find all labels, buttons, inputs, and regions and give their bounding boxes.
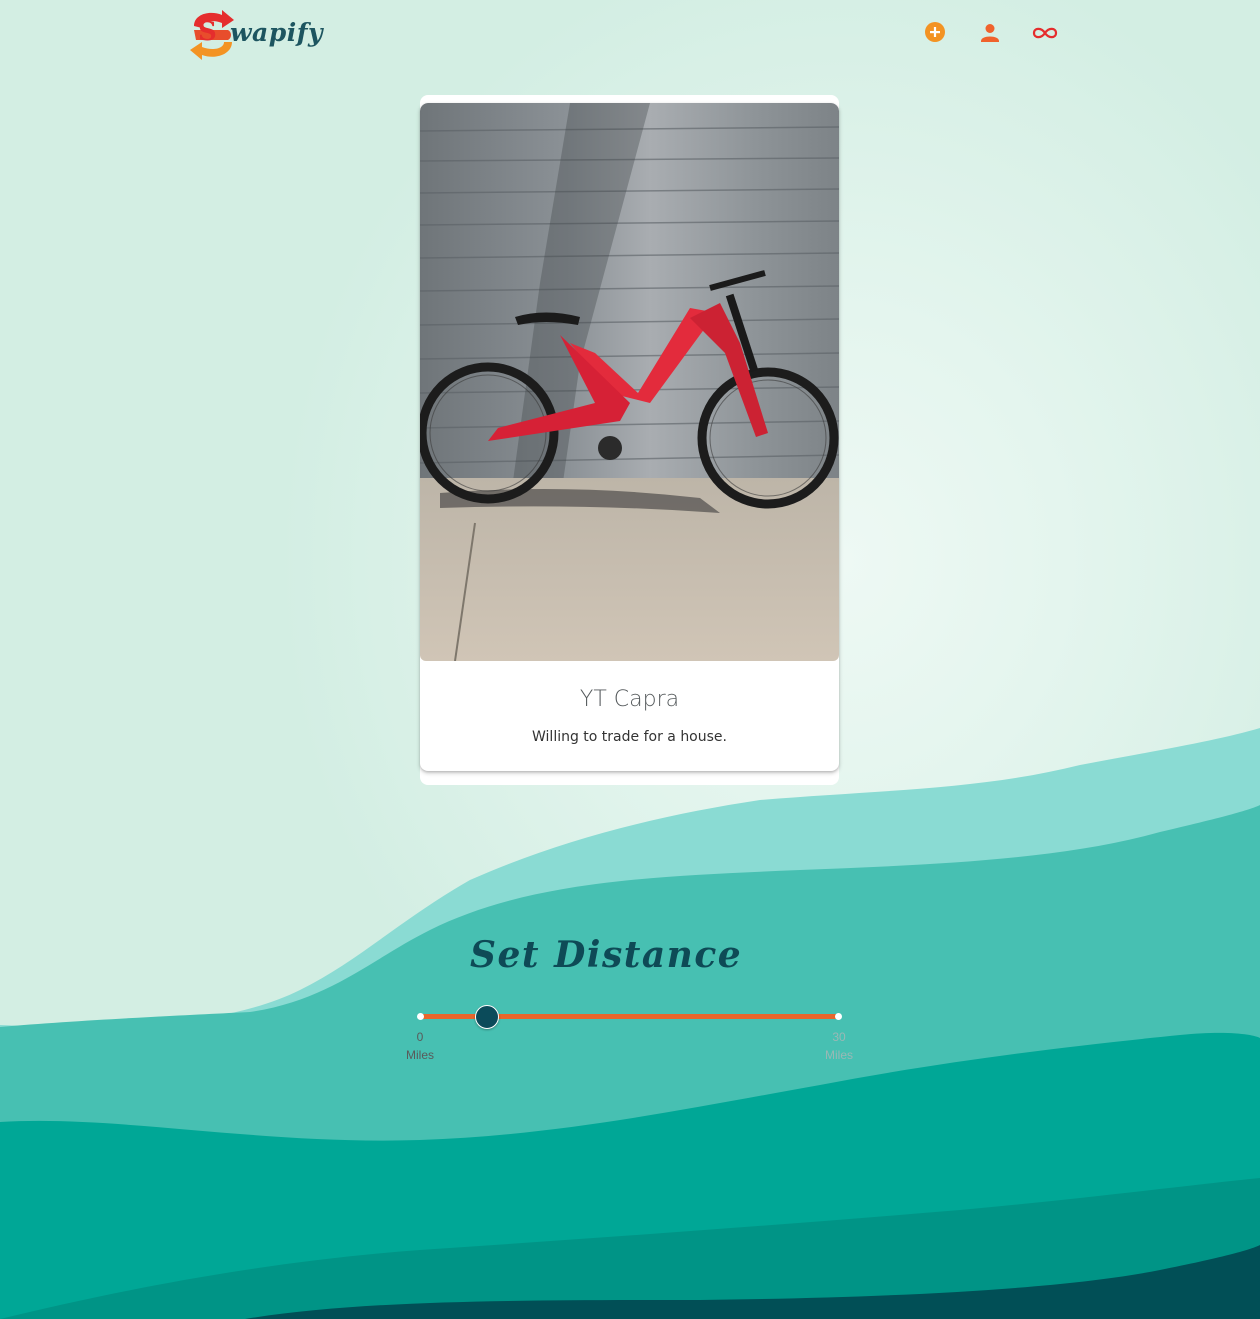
slider-min-label: 0 Miles: [400, 1028, 440, 1064]
add-circle-icon: [925, 22, 945, 42]
matches-button[interactable]: [1030, 20, 1060, 46]
slider-min-unit: Miles: [405, 1048, 434, 1062]
infinity-icon: [1032, 27, 1058, 39]
slider-min-value: 0: [416, 1030, 424, 1044]
slider-min-mark: [417, 1013, 424, 1020]
slider-max-label: 30 Miles: [819, 1028, 859, 1064]
person-icon: [981, 24, 999, 42]
distance-slider[interactable]: 0 Miles 30 Miles: [400, 1000, 860, 1070]
set-distance-heading: Set Distance: [470, 934, 743, 976]
item-photo: [420, 103, 839, 661]
top-navbar: S wapify: [0, 0, 1260, 70]
slider-max-unit: Miles: [824, 1048, 853, 1062]
item-card[interactable]: YT Capra Willing to trade for a house.: [420, 95, 839, 785]
profile-button[interactable]: [977, 20, 1003, 46]
bike-image: [420, 103, 839, 661]
add-item-button[interactable]: [922, 20, 948, 46]
slider-thumb[interactable]: [474, 1005, 499, 1029]
slider-max-value: 30: [832, 1030, 846, 1044]
logo-text: wapify: [230, 18, 323, 47]
slider-max-mark: [835, 1013, 842, 1020]
swapify-logo[interactable]: S wapify: [188, 8, 322, 60]
svg-text:S: S: [198, 17, 217, 47]
item-card-inner: YT Capra Willing to trade for a house.: [420, 103, 839, 771]
item-description: Willing to trade for a house.: [532, 729, 727, 745]
item-title: YT Capra: [579, 687, 680, 712]
